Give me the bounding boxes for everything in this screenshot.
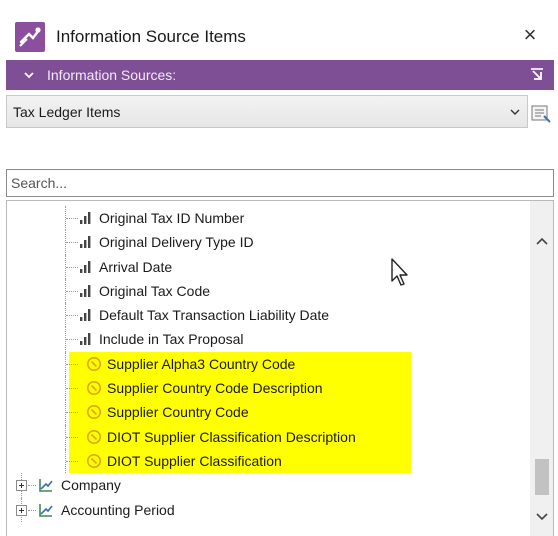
tree-item-label: Original Delivery Type ID	[99, 234, 254, 251]
calculated-field-icon	[87, 356, 101, 371]
tree-item-label: Supplier Alpha3 Country Code	[107, 355, 296, 372]
app-logo-icon	[15, 22, 45, 52]
tree-item-label: Supplier Country Code Description	[107, 380, 323, 397]
calculated-field-icon	[87, 429, 101, 444]
expand-button[interactable]	[16, 480, 27, 492]
tree-group[interactable]: Company	[7, 473, 527, 498]
tree-item[interactable]: DIOT Supplier Classification Description	[7, 424, 527, 449]
chevron-down-icon[interactable]	[22, 68, 36, 82]
calculated-field-icon	[87, 453, 101, 468]
scroll-down-arrow-icon[interactable]	[530, 507, 554, 527]
section-label: Information Sources:	[47, 67, 177, 83]
close-button[interactable]: ×	[516, 20, 544, 50]
tree-item-label: Default Tax Transaction Liability Date	[99, 307, 330, 324]
tree-item-label: DIOT Supplier Classification	[107, 452, 282, 469]
calculated-field-icon	[87, 405, 101, 420]
tree-item[interactable]: Default Tax Transaction Liability Date	[7, 303, 527, 328]
tree-item-label: Arrival Date	[99, 258, 173, 275]
tree-item[interactable]: Supplier Country Code	[7, 400, 527, 425]
information-sources-header[interactable]: Information Sources:	[6, 60, 554, 90]
dimension-icon	[39, 503, 53, 517]
tree-group-label: Company	[61, 477, 121, 494]
vertical-scrollbar[interactable]	[530, 201, 554, 536]
tree-item[interactable]: Include in Tax Proposal	[7, 327, 527, 352]
field-icon	[80, 284, 91, 297]
source-items-tree[interactable]: Original Tax ID Number Original Delivery…	[6, 200, 554, 536]
tree-item[interactable]: Original Tax Code	[7, 278, 527, 304]
field-icon	[80, 333, 91, 346]
field-icon	[80, 260, 91, 273]
tree-item[interactable]: Supplier Country Code Description	[7, 376, 527, 401]
tree-item-label: Supplier Country Code	[107, 404, 249, 421]
tree-item[interactable]: Arrival Date	[7, 254, 527, 279]
tree-item-label: Include in Tax Proposal	[99, 331, 244, 348]
scrollbar-thumb[interactable]	[535, 459, 549, 495]
calculated-field-icon	[87, 381, 101, 396]
expand-button[interactable]	[16, 504, 27, 516]
dimension-icon	[39, 479, 53, 493]
tree-item[interactable]: Original Tax ID Number	[7, 206, 527, 231]
tree-item-label: Original Tax Code	[99, 282, 211, 299]
properties-icon[interactable]	[530, 104, 552, 124]
tree-item-label: DIOT Supplier Classification Description	[107, 428, 356, 445]
expand-panel-icon[interactable]	[530, 68, 544, 82]
field-icon	[80, 309, 91, 322]
scroll-up-arrow-icon[interactable]	[530, 231, 554, 251]
tree-group[interactable]: Accounting Period	[7, 497, 527, 522]
window-title: Information Source Items	[56, 27, 246, 46]
tree-item[interactable]: Original Delivery Type ID	[7, 230, 527, 255]
tree-item[interactable]: Supplier Alpha3 Country Code	[7, 351, 527, 377]
chevron-down-icon[interactable]	[509, 106, 521, 118]
field-icon	[80, 236, 91, 249]
tree-group-label: Accounting Period	[61, 501, 175, 518]
field-icon	[80, 212, 91, 224]
selected-source: Tax Ledger Items	[13, 104, 121, 120]
search-input[interactable]	[6, 169, 554, 197]
information-source-select[interactable]: Tax Ledger Items	[6, 95, 528, 128]
tree-item[interactable]: DIOT Supplier Classification	[7, 448, 527, 474]
mouse-cursor-icon	[391, 258, 408, 286]
tree-item-label: Original Tax ID Number	[99, 210, 245, 226]
